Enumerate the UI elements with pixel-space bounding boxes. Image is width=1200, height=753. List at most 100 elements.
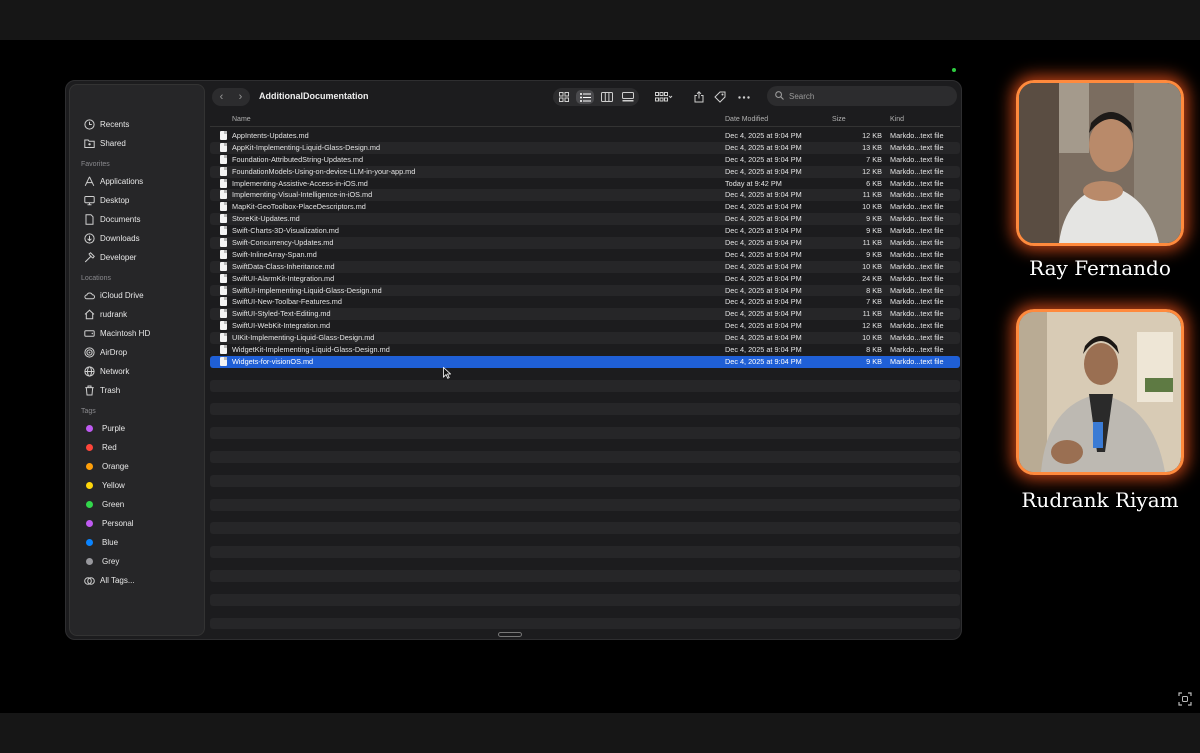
- finder-window: Recents Shared Favorites Applications Desk…: [65, 80, 962, 640]
- file-row[interactable]: SwiftUI-WebKit-Integration.md Dec 4, 2025…: [210, 320, 960, 332]
- file-row[interactable]: UIKit-Implementing-Liquid-Glass-Design.m…: [210, 332, 960, 345]
- file-kind: Markdo...text file: [890, 285, 944, 295]
- sidebar-item-all-tags[interactable]: All Tags...: [70, 571, 204, 590]
- gallery-view-icon[interactable]: [619, 90, 637, 104]
- sidebar-item-label: Blue: [102, 538, 119, 547]
- file-kind: Markdo...text file: [890, 309, 944, 319]
- sidebar-item-airdrop[interactable]: AirDrop: [70, 343, 204, 362]
- empty-row-stripe: [210, 558, 960, 570]
- sidebar-item-label: Red: [102, 443, 117, 452]
- file-row[interactable]: Swift-Concurrency-Updates.md Dec 4, 2025 …: [210, 237, 960, 249]
- sidebar-item-shared[interactable]: Shared: [70, 134, 204, 153]
- sidebar-tag-red[interactable]: Red: [70, 438, 204, 457]
- column-name-header[interactable]: Name: [232, 116, 251, 123]
- sidebar-item-macintosh-hd[interactable]: Macintosh HD: [70, 324, 204, 343]
- column-size-header[interactable]: Size: [832, 116, 846, 123]
- empty-row-stripe: [210, 617, 960, 630]
- sidebar-item-documents[interactable]: Documents: [70, 210, 204, 229]
- icon-view-icon[interactable]: [555, 90, 573, 104]
- file-name-cell: Swift-Charts-3D-Visualization.md: [220, 226, 339, 236]
- file-row[interactable]: MapKit-GeoToolbox-PlaceDescriptors.md Dec…: [210, 201, 960, 213]
- file-name-cell: SwiftUI-Implementing-Liquid-Glass-Design…: [220, 285, 382, 295]
- sidebar-tag-yellow[interactable]: Yellow: [70, 476, 204, 495]
- sidebar-item-icloud-drive[interactable]: iCloud Drive: [70, 286, 204, 305]
- empty-row-stripe: [210, 487, 960, 499]
- file-name-cell: AppKit-Implementing-Liquid-Glass-Design.…: [220, 142, 381, 152]
- column-kind-header[interactable]: Kind: [890, 116, 904, 123]
- sidebar-item-applications[interactable]: Applications: [70, 172, 204, 191]
- file-name-cell: SwiftUI-AlarmKit-Integration.md: [220, 273, 334, 283]
- file-date: Dec 4, 2025 at 9:04 PM: [725, 273, 802, 283]
- sidebar-tag-grey[interactable]: Grey: [70, 552, 204, 571]
- file-size: 7 KB: [866, 297, 882, 307]
- file-kind: Markdo...text file: [890, 273, 944, 283]
- file-row[interactable]: WidgetKit-Implementing-Liquid-Glass-Desi…: [210, 344, 960, 356]
- sidebar-tag-green[interactable]: Green: [70, 495, 204, 514]
- file-row[interactable]: FoundationModels-Using-on-device-LLM-in-…: [210, 165, 960, 178]
- file-name-cell: SwiftData-Class-Inheritance.md: [220, 261, 335, 271]
- more-actions-icon[interactable]: [736, 88, 752, 106]
- file-row[interactable]: AppIntents-Updates.md Dec 4, 2025 at 9:04…: [210, 130, 960, 142]
- forward-chevron-icon[interactable]: ›: [239, 91, 243, 103]
- file-name-cell: WidgetKit-Implementing-Liquid-Glass-Desi…: [220, 345, 390, 355]
- tag-color-dot: [86, 539, 93, 546]
- file-row[interactable]: Implementing-Assistive-Access-in-iOS.md T…: [210, 178, 960, 190]
- column-date-header[interactable]: Date Modified: [725, 116, 768, 123]
- resize-handle[interactable]: [498, 632, 522, 637]
- column-view-icon[interactable]: [598, 90, 616, 104]
- file-row[interactable]: Swift-InlineArray-Span.md Dec 4, 2025 at …: [210, 249, 960, 261]
- sidebar-item-developer[interactable]: Developer: [70, 248, 204, 267]
- file-name: MapKit-GeoToolbox-PlaceDescriptors.md: [232, 202, 366, 212]
- sidebar-item-label: Documents: [100, 215, 141, 224]
- sidebar-item-trash[interactable]: Trash: [70, 381, 204, 400]
- file-size: 12 KB: [862, 321, 882, 331]
- group-by-icon[interactable]: [652, 88, 676, 106]
- sidebar-tag-blue[interactable]: Blue: [70, 533, 204, 552]
- sidebar-tag-personal[interactable]: Personal: [70, 514, 204, 533]
- share-icon[interactable]: [692, 88, 706, 106]
- empty-row-stripe: [210, 546, 960, 559]
- sidebar-item-recents[interactable]: Recents: [70, 115, 204, 134]
- list-view-icon[interactable]: [576, 90, 595, 104]
- file-row[interactable]: SwiftUI-Implementing-Liquid-Glass-Design…: [210, 284, 960, 297]
- file-row[interactable]: Foundation-AttributedString-Updates.md De…: [210, 154, 960, 166]
- sidebar-item-rudrank[interactable]: rudrank: [70, 305, 204, 324]
- finder-toolbar: ‹ › AdditionalDocumentation: [206, 81, 961, 113]
- file-name: Swift-InlineArray-Span.md: [232, 249, 317, 259]
- file-name: FoundationModels-Using-on-device-LLM-in-…: [232, 166, 416, 176]
- file-row[interactable]: Swift-Charts-3D-Visualization.md Dec 4, 2…: [210, 225, 960, 237]
- sidebar-item-downloads[interactable]: Downloads: [70, 229, 204, 248]
- sidebar-section-tags: Tags: [81, 408, 96, 415]
- file-row[interactable]: SwiftUI-New-Toolbar-Features.md Dec 4, 20…: [210, 296, 960, 308]
- file-size: 9 KB: [866, 226, 882, 236]
- sidebar-item-label: Developer: [100, 253, 137, 262]
- sidebar-item-label: Orange: [102, 462, 129, 471]
- sidebar-tag-purple[interactable]: Purple: [70, 419, 204, 438]
- search-input[interactable]: [789, 91, 939, 101]
- file-row[interactable]: SwiftData-Class-Inheritance.md Dec 4, 202…: [210, 260, 960, 273]
- file-name: AppKit-Implementing-Liquid-Glass-Design.…: [232, 142, 381, 152]
- back-chevron-icon[interactable]: ‹: [220, 91, 224, 103]
- file-row[interactable]: AppKit-Implementing-Liquid-Glass-Design.…: [210, 141, 960, 154]
- file-row-selected[interactable]: Widgets-for-visionOS.md Dec 4, 2025 at 9:…: [210, 355, 960, 368]
- file-row[interactable]: Implementing-Visual-Intelligence-in-iOS.…: [210, 189, 960, 202]
- tag-color-dot: [86, 463, 93, 470]
- file-kind: Markdo...text file: [890, 202, 944, 212]
- desktop-icon: [84, 195, 95, 206]
- empty-row-stripe: [210, 511, 960, 523]
- search-field[interactable]: [767, 86, 957, 106]
- sidebar-item-label: iCloud Drive: [100, 291, 144, 300]
- file-name: SwiftUI-Implementing-Liquid-Glass-Design…: [232, 285, 382, 295]
- fullscreen-icon[interactable]: [1178, 692, 1192, 706]
- sidebar-item-desktop[interactable]: Desktop: [70, 191, 204, 210]
- file-name-cell: Foundation-AttributedString-Updates.md: [220, 154, 363, 164]
- document-icon: [84, 214, 95, 225]
- sidebar-tag-orange[interactable]: Orange: [70, 457, 204, 476]
- file-row[interactable]: SwiftUI-AlarmKit-Integration.md Dec 4, 20…: [210, 273, 960, 285]
- hammer-icon: [84, 252, 95, 263]
- tag-icon[interactable]: [713, 88, 727, 106]
- file-date: Dec 4, 2025 at 9:04 PM: [725, 214, 802, 224]
- sidebar-item-network[interactable]: Network: [70, 362, 204, 381]
- file-row[interactable]: StoreKit-Updates.md Dec 4, 2025 at 9:04 P…: [210, 213, 960, 226]
- file-row[interactable]: SwiftUI-Styled-Text-Editing.md Dec 4, 202…: [210, 308, 960, 321]
